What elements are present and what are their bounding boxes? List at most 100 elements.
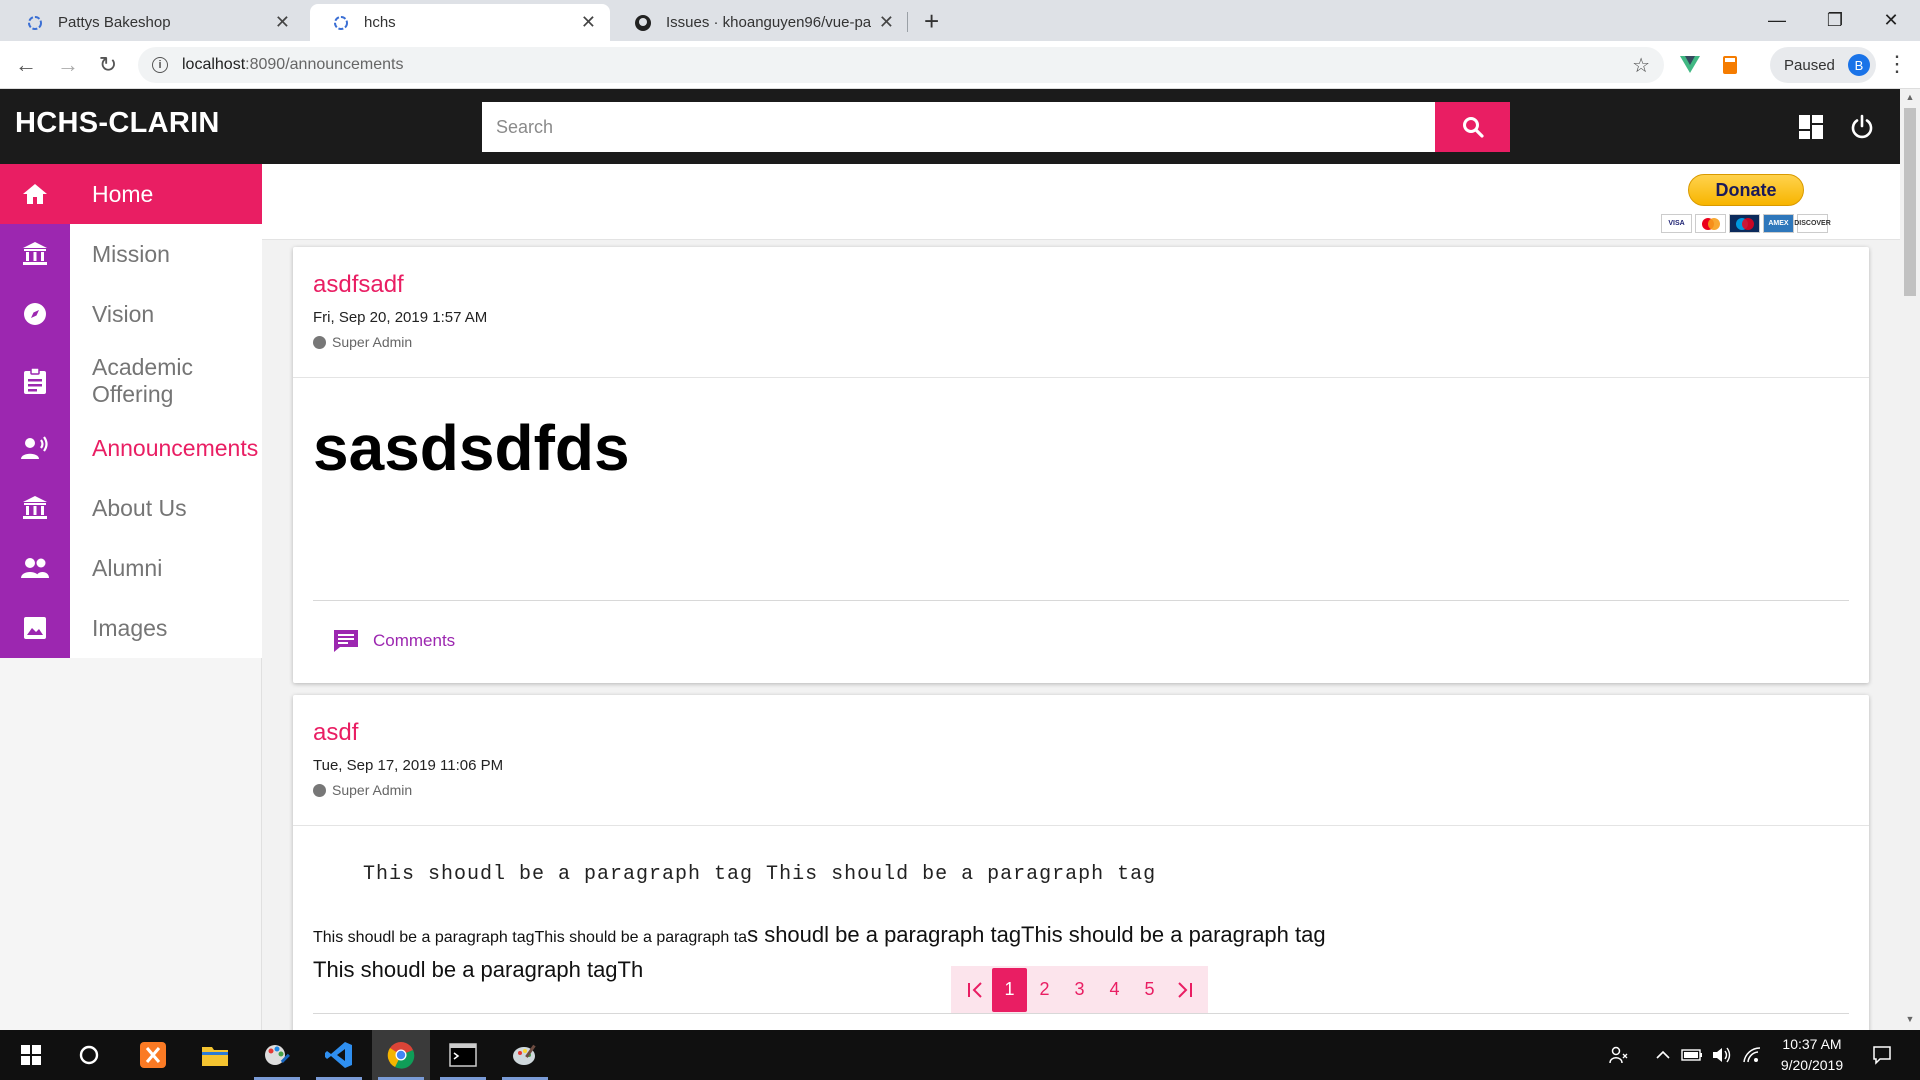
show-hidden-icons-chevron-icon[interactable]: [1652, 1030, 1674, 1080]
sidebar-item-vision[interactable]: Vision: [0, 284, 262, 344]
sidebar-item-label: Announcements: [92, 434, 259, 461]
page-button-1[interactable]: 1: [992, 967, 1027, 1012]
taskbar-clock[interactable]: 10:37 AM 9/20/2019: [1772, 1034, 1852, 1076]
battery-icon[interactable]: [1680, 1030, 1704, 1080]
search-input[interactable]: [482, 102, 1435, 152]
volume-icon[interactable]: [1710, 1030, 1734, 1080]
scrollbar-thumb[interactable]: [1904, 108, 1916, 296]
xampp-icon: [140, 1042, 166, 1068]
sidebar-item-announcements[interactable]: Announcements: [0, 418, 262, 478]
dashboard-icon: [1799, 115, 1823, 139]
reload-button[interactable]: ↻: [94, 51, 122, 79]
avatar: B: [1848, 54, 1870, 76]
close-tab-icon[interactable]: ✕: [581, 12, 596, 33]
close-tab-icon[interactable]: ✕: [275, 12, 290, 33]
vscode-icon: [325, 1042, 352, 1068]
tab-title: hchs: [364, 14, 396, 31]
donate-bar: Donate VISA AMEX DISCOVER: [262, 164, 1900, 240]
sidebar-item-images[interactable]: Images: [0, 598, 262, 658]
taskbar-app-paint[interactable]: [248, 1030, 306, 1080]
sidebar-item-mission[interactable]: Mission: [0, 224, 262, 284]
logout-button[interactable]: [1846, 111, 1878, 143]
maestro-card-icon: [1729, 214, 1760, 233]
wifi-icon[interactable]: [1740, 1030, 1764, 1080]
chrome-icon: [387, 1042, 415, 1069]
comments-label: Comments: [373, 631, 456, 650]
profile-paused-button[interactable]: Paused B: [1770, 47, 1876, 83]
vue-devtools-icon[interactable]: [1678, 53, 1702, 77]
first-page-icon: [967, 981, 982, 998]
user-icon: [313, 783, 326, 797]
people-icon: [0, 557, 70, 579]
sidebar-item-alumni[interactable]: Alumni: [0, 538, 262, 598]
browser-tabstrip: Pattys Bakeshop ✕ hchs ✕ Issues · khoang…: [0, 0, 1920, 41]
page-button-3[interactable]: 3: [1062, 966, 1097, 1013]
tab-title: Pattys Bakeshop: [58, 14, 171, 31]
vue-favicon-icon: [26, 14, 44, 32]
power-icon: [1851, 114, 1873, 139]
taskbar-terminal[interactable]: [434, 1030, 492, 1080]
clock-time: 10:37 AM: [1782, 1036, 1842, 1052]
folder-icon: [202, 1047, 228, 1066]
amex-card-icon: AMEX: [1763, 214, 1794, 233]
search-button[interactable]: [1435, 102, 1510, 152]
paypal-donate-button[interactable]: Donate: [1688, 174, 1804, 206]
sidebar-item-about-us[interactable]: About Us: [0, 478, 262, 538]
minimize-button[interactable]: —: [1748, 0, 1806, 41]
sidebar-item-academic-offering[interactable]: Academic Offering: [0, 344, 262, 418]
last-page-button[interactable]: [1167, 966, 1202, 1013]
bookmark-star-icon[interactable]: ☆: [1632, 53, 1650, 78]
announcement-title[interactable]: asdf: [313, 719, 358, 747]
close-window-button[interactable]: ✕: [1862, 0, 1920, 41]
announcement-card: asdfsadf Fri, Sep 20, 2019 1:57 AM Super…: [293, 247, 1869, 683]
card-divider: [313, 600, 1849, 601]
taskbar-chrome[interactable]: [372, 1030, 430, 1080]
new-tab-button[interactable]: +: [924, 6, 939, 36]
address-bar[interactable]: i localhost:8090/announcements ☆: [138, 47, 1664, 83]
tab-pattys-bakeshop[interactable]: Pattys Bakeshop ✕: [4, 4, 304, 41]
search-bar: [482, 102, 1510, 152]
info-icon[interactable]: i: [152, 57, 168, 73]
clock-date: 9/20/2019: [1780, 1057, 1844, 1073]
tab-github-issues[interactable]: Issues · khoanguyen96/vue-payp ✕: [612, 4, 908, 41]
dashboard-button[interactable]: [1795, 111, 1827, 143]
profile-status: Paused: [1784, 56, 1835, 74]
close-tab-icon[interactable]: ✕: [879, 12, 894, 33]
visa-card-icon: VISA: [1661, 214, 1692, 233]
cortana-circle-icon: [79, 1045, 99, 1065]
people-icon[interactable]: [1604, 1030, 1632, 1080]
page-button-4[interactable]: 4: [1097, 966, 1132, 1013]
start-button[interactable]: [2, 1030, 60, 1080]
taskbar-file-explorer[interactable]: [186, 1030, 244, 1080]
first-page-button[interactable]: [957, 966, 992, 1013]
menu-kebab-icon[interactable]: ⋮: [1886, 51, 1908, 77]
taskbar-vscode[interactable]: [310, 1030, 368, 1080]
paint-app-icon: [265, 1045, 290, 1065]
calculator-extension-icon[interactable]: [1718, 53, 1742, 77]
scroll-down-arrow[interactable]: ▼: [1904, 1014, 1916, 1026]
tab-hchs[interactable]: hchs ✕: [310, 4, 610, 41]
comments-button[interactable]: Comments: [333, 629, 455, 653]
maximize-button[interactable]: ❐: [1806, 0, 1864, 41]
brand-title[interactable]: HCHS-CLARIN: [15, 107, 220, 140]
cortana-button[interactable]: [60, 1030, 118, 1080]
page-button-5[interactable]: 5: [1132, 966, 1167, 1013]
main-content: Donate VISA AMEX DISCOVER asdfsadf Fri, …: [262, 164, 1900, 1030]
sidebar-item-home[interactable]: Home: [0, 164, 262, 224]
payment-cards: VISA AMEX DISCOVER: [1661, 214, 1831, 233]
card-divider: [313, 1013, 1849, 1014]
sidebar-item-label: Alumni: [92, 554, 163, 581]
forward-button[interactable]: →: [54, 51, 82, 79]
taskbar-paint-3d[interactable]: [496, 1030, 554, 1080]
paragraph-large-text: s shoudl be a paragraph tagThis should b…: [747, 922, 1326, 947]
announcement-title[interactable]: asdfsadf: [313, 271, 404, 299]
taskbar-xampp[interactable]: [124, 1030, 182, 1080]
page-button-2[interactable]: 2: [1027, 966, 1062, 1013]
back-button[interactable]: ←: [12, 51, 40, 79]
paint-palette-icon: [513, 1044, 536, 1065]
home-icon: [0, 182, 70, 206]
action-center-icon[interactable]: [1864, 1030, 1900, 1080]
paragraph-line-2: This shoudl be a paragraph tagTh: [313, 957, 644, 982]
scroll-up-arrow[interactable]: ▲: [1904, 92, 1916, 104]
sidebar-item-label: About Us: [92, 494, 187, 521]
